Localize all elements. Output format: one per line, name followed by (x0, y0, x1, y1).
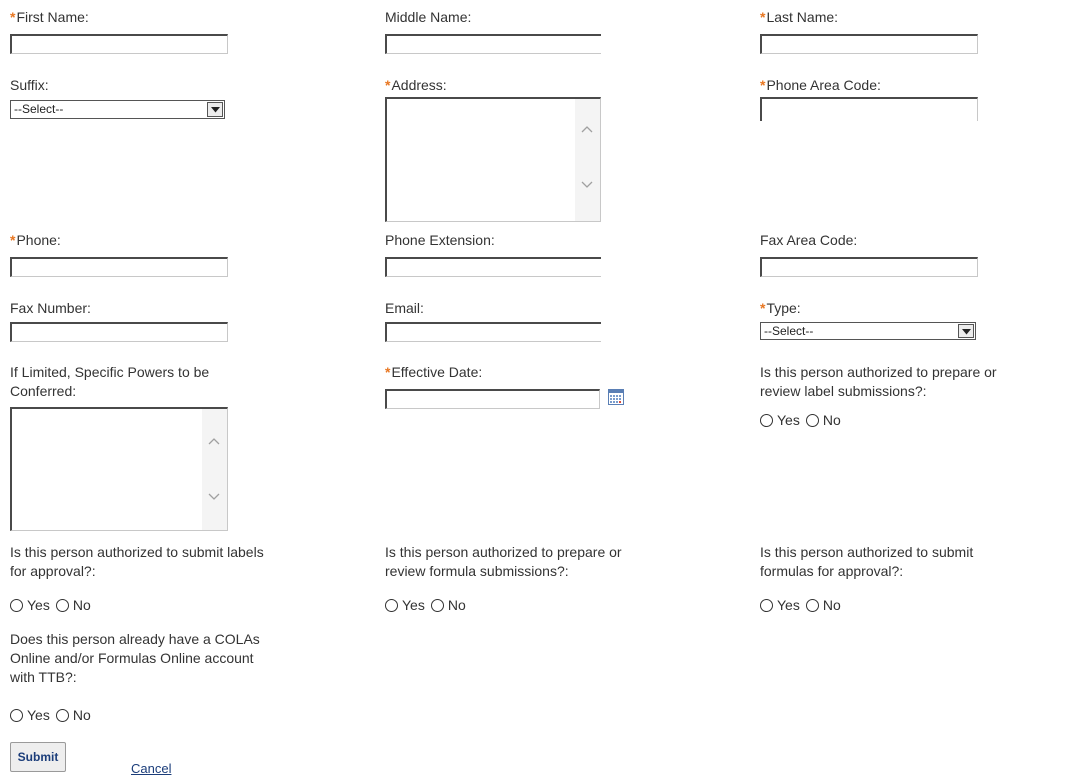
submit-formulas-no-radio[interactable] (805, 598, 819, 612)
type-select[interactable]: --Select-- (760, 322, 976, 340)
prepare-labels-yes-radio[interactable] (760, 413, 773, 427)
prepare-formulas-no-radio[interactable] (430, 598, 444, 612)
no-option-label: No (447, 597, 466, 613)
scroll-up-icon[interactable] (581, 125, 593, 133)
specific-powers-label-line1: If Limited, Specific Powers to be (10, 364, 210, 380)
type-label: *Type: (760, 300, 801, 316)
yes-option-label: Yes (402, 597, 425, 613)
fax-area-code-label: Fax Area Code: (760, 232, 858, 248)
phone-input[interactable] (10, 257, 228, 277)
effective-date-label: *Effective Date: (385, 364, 483, 380)
scroll-down-icon[interactable] (581, 181, 593, 189)
phone-area-code-label: *Phone Area Code: (760, 77, 881, 93)
address-textarea[interactable] (385, 97, 601, 222)
suffix-selected-value: --Select-- (14, 102, 64, 116)
chevron-down-icon[interactable] (207, 102, 223, 117)
submit-labels-yes-radio[interactable] (10, 598, 23, 612)
existing-account-question-line3: with TTB?: (10, 669, 77, 685)
no-option-label: No (72, 597, 91, 613)
yes-option-label: Yes (777, 597, 800, 613)
prepare-formulas-radio-group: Yes No (385, 596, 472, 614)
prepare-labels-radio-group: Yes No (760, 411, 847, 429)
no-option-label: No (72, 707, 91, 723)
specific-powers-scrollbar[interactable] (202, 409, 227, 530)
scroll-down-icon[interactable] (208, 493, 220, 501)
yes-option-label: Yes (27, 707, 50, 723)
phone-extension-label: Phone Extension: (385, 232, 495, 248)
prepare-formulas-question-line1: Is this person authorized to prepare or (385, 544, 622, 560)
specific-powers-label-line2: Conferred: (10, 383, 77, 399)
email-input[interactable] (385, 322, 601, 342)
existing-account-question-line1: Does this person already have a COLAs (10, 631, 260, 647)
prepare-labels-question-line1: Is this person authorized to prepare or (760, 364, 997, 380)
existing-account-no-radio[interactable] (55, 708, 69, 722)
no-option-label: No (822, 597, 841, 613)
type-selected-value: --Select-- (764, 324, 814, 338)
scroll-up-icon[interactable] (208, 437, 220, 445)
submit-formulas-question-line2: formulas for approval?: (760, 563, 904, 579)
chevron-down-icon[interactable] (958, 324, 974, 338)
submit-labels-question-line1: Is this person authorized to submit labe… (10, 544, 264, 560)
submit-formulas-yes-radio[interactable] (760, 598, 773, 612)
yes-option-label: Yes (27, 597, 50, 613)
last-name-input[interactable] (760, 34, 978, 54)
address-label: *Address: (385, 77, 447, 93)
existing-account-question-line2: Online and/or Formulas Online account (10, 650, 254, 666)
submit-labels-no-radio[interactable] (55, 598, 69, 612)
middle-name-label: Middle Name: (385, 9, 472, 25)
fax-number-input[interactable] (10, 322, 228, 342)
fax-number-label: Fax Number: (10, 300, 91, 316)
submit-button[interactable]: Submit (10, 742, 66, 772)
yes-option-label: Yes (777, 412, 800, 428)
suffix-label: Suffix: (10, 77, 49, 93)
submit-labels-question-line2: for approval?: (10, 563, 96, 579)
no-option-label: No (822, 412, 841, 428)
middle-name-input[interactable] (385, 34, 601, 54)
existing-account-radio-group: Yes No (10, 706, 97, 724)
phone-extension-input[interactable] (385, 257, 601, 277)
prepare-formulas-yes-radio[interactable] (385, 598, 398, 612)
first-name-label: *First Name: (10, 9, 89, 25)
fax-area-code-input[interactable] (760, 257, 978, 277)
suffix-select[interactable]: --Select-- (10, 100, 225, 119)
prepare-labels-question-line2: review label submissions?: (760, 383, 927, 399)
last-name-label: *Last Name: (760, 9, 839, 25)
existing-account-yes-radio[interactable] (10, 708, 23, 722)
submit-formulas-radio-group: Yes No (760, 596, 847, 614)
calendar-icon[interactable] (608, 389, 624, 405)
first-name-input[interactable] (10, 34, 228, 54)
prepare-labels-no-radio[interactable] (805, 413, 819, 427)
effective-date-input[interactable] (385, 389, 600, 409)
phone-area-code-input[interactable] (760, 97, 978, 121)
specific-powers-textarea[interactable] (10, 407, 228, 531)
prepare-formulas-question-line2: review formula submissions?: (385, 563, 569, 579)
phone-label: *Phone: (10, 232, 61, 248)
address-scrollbar[interactable] (575, 99, 600, 221)
submit-labels-radio-group: Yes No (10, 596, 97, 614)
email-label: Email: (385, 300, 424, 316)
submit-formulas-question-line1: Is this person authorized to submit (760, 544, 974, 560)
cancel-link[interactable]: Cancel (131, 761, 171, 776)
